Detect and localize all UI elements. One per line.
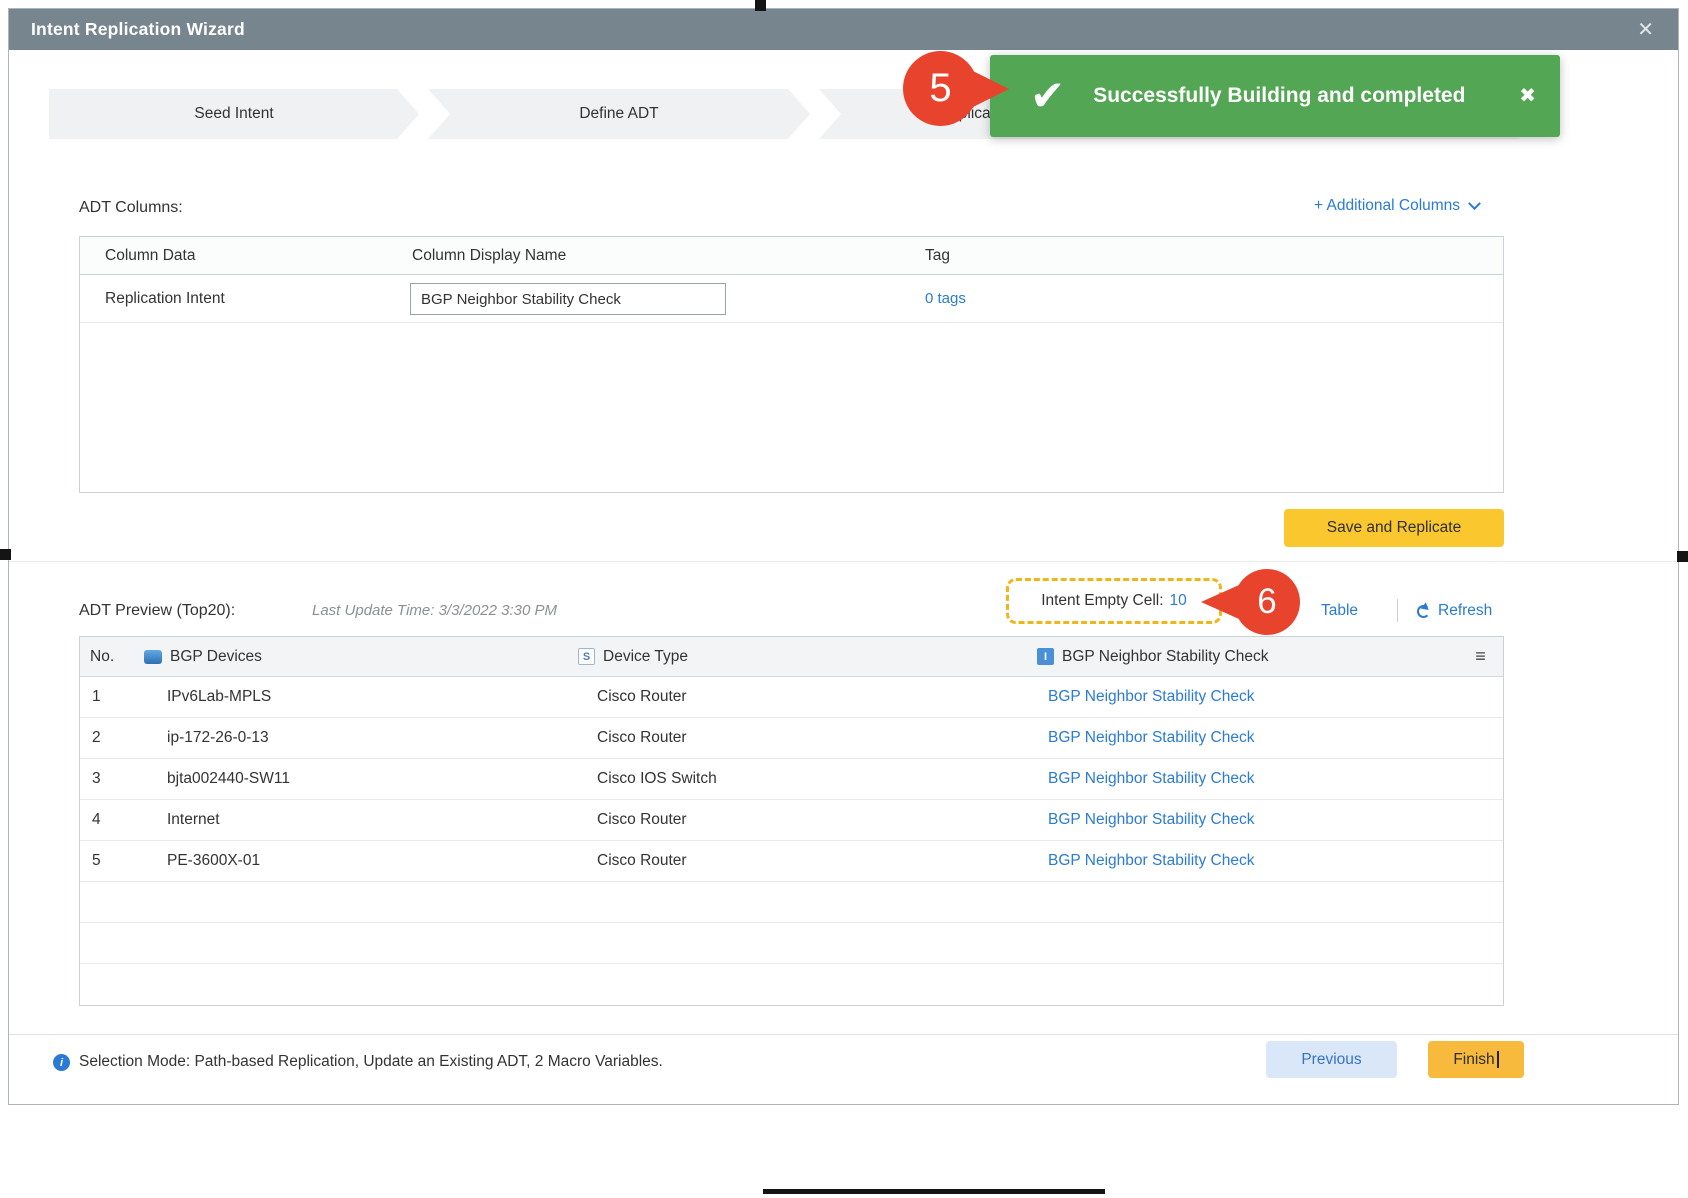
adt-preview-table: No. BGP Devices S Device Type I BGP Neig… [79, 636, 1504, 1006]
intent-link[interactable]: BGP Neighbor Stability Check [1048, 729, 1254, 747]
intent-replication-wizard-dialog: Intent Replication Wizard ✕ Seed Intent … [8, 8, 1679, 1105]
dialog-close-icon[interactable]: ✕ [1637, 17, 1654, 42]
cell-menu [1458, 800, 1503, 840]
chevron-down-icon [1468, 197, 1481, 210]
intent-empty-cell-label: Intent Empty Cell: [1041, 592, 1163, 610]
cell-no: 1 [80, 677, 138, 717]
table-row-empty [80, 964, 1503, 1005]
adt-columns-row: Replication Intent 0 tags [80, 275, 1503, 323]
screen: Intent Replication Wizard ✕ Seed Intent … [0, 0, 1688, 1198]
footer-divider [9, 1034, 1678, 1035]
tags-link[interactable]: 0 tags [925, 275, 966, 323]
intent-link[interactable]: BGP Neighbor Stability Check [1048, 688, 1254, 706]
table-row: 1 IPv6Lab-MPLS Cisco Router BGP Neighbor… [80, 677, 1503, 718]
intent-empty-cell-value: 10 [1170, 592, 1187, 610]
table-row: 5 PE-3600X-01 Cisco Router BGP Neighbor … [80, 841, 1503, 882]
header-intent: I BGP Neighbor Stability Check [1032, 637, 1458, 676]
cell-device-type: Cisco Router [573, 841, 1032, 881]
cell-column-data: Replication Intent [105, 275, 225, 323]
selection-handle-left[interactable] [0, 549, 11, 560]
table-row: 2 ip-172-26-0-13 Cisco Router BGP Neighb… [80, 718, 1503, 759]
display-name-input[interactable] [410, 283, 726, 315]
header-bgp-devices-label: BGP Devices [170, 648, 262, 666]
selection-handle-top[interactable] [755, 0, 766, 11]
additional-columns-link[interactable]: + Additional Columns [1314, 197, 1479, 215]
cell-device: PE-3600X-01 [138, 841, 573, 881]
intent-empty-cell-highlight: Intent Empty Cell: 10 [1006, 578, 1222, 624]
table-row-empty [80, 923, 1503, 964]
adt-preview-label: ADT Preview (Top20): [79, 589, 235, 633]
dialog-title: Intent Replication Wizard [31, 19, 245, 40]
header-column-data: Column Data [105, 237, 195, 275]
callout-number: 6 [1257, 582, 1276, 622]
selection-handle-right[interactable] [1677, 551, 1688, 562]
header-no: No. [80, 637, 138, 676]
table-row: 4 Internet Cisco Router BGP Neighbor Sta… [80, 800, 1503, 841]
finish-button-label: Finish [1453, 1051, 1494, 1069]
success-toast: ✔ Successfully Building and completed ✖ [990, 55, 1560, 137]
header-intent-label: BGP Neighbor Stability Check [1062, 648, 1268, 666]
step-label: Seed Intent [194, 105, 273, 123]
cell-no: 3 [80, 759, 138, 799]
header-device-type: S Device Type [573, 637, 1032, 676]
step-label: Define ADT [579, 105, 658, 123]
column-menu-icon[interactable]: ≡ [1458, 637, 1503, 676]
dialog-titlebar: Intent Replication Wizard ✕ [9, 9, 1678, 50]
header-tag: Tag [925, 237, 950, 275]
string-type-icon: S [578, 648, 595, 665]
cell-menu [1458, 759, 1503, 799]
toolbar-divider [1397, 599, 1398, 622]
cell-device: IPv6Lab-MPLS [138, 677, 573, 717]
header-bgp-devices: BGP Devices [138, 637, 573, 676]
cell-menu [1458, 677, 1503, 717]
cell-no: 5 [80, 841, 138, 881]
step-define-adt[interactable]: Define ADT [428, 89, 810, 139]
selection-line [763, 1189, 1105, 1194]
selection-mode-text: Selection Mode: Path-based Replication, … [79, 1045, 663, 1079]
intent-link[interactable]: BGP Neighbor Stability Check [1048, 811, 1254, 829]
finish-button[interactable]: Finish [1428, 1041, 1524, 1078]
intent-link[interactable]: BGP Neighbor Stability Check [1048, 770, 1254, 788]
info-icon: i [53, 1054, 70, 1071]
cell-device: Internet [138, 800, 573, 840]
step-seed-intent[interactable]: Seed Intent [49, 89, 419, 139]
additional-columns-text: + Additional Columns [1314, 197, 1460, 215]
cell-menu [1458, 841, 1503, 881]
refresh-link[interactable]: Refresh [1417, 589, 1492, 633]
table-link[interactable]: Table [1321, 589, 1358, 633]
header-display-name: Column Display Name [412, 237, 566, 275]
annotation-callout-5: 5 [903, 51, 978, 126]
adt-columns-table-header: Column Data Column Display Name Tag [80, 237, 1503, 275]
toast-message: Successfully Building and completed [1093, 84, 1465, 108]
callout-number: 5 [929, 66, 951, 111]
text-cursor [1497, 1051, 1499, 1068]
cell-device: bjta002440-SW11 [138, 759, 573, 799]
cell-device-type: Cisco Router [573, 800, 1032, 840]
refresh-icon [1417, 605, 1430, 618]
cell-no: 2 [80, 718, 138, 758]
toast-close-icon[interactable]: ✖ [1519, 83, 1536, 108]
section-divider [9, 561, 1678, 562]
cell-device-type: Cisco Router [573, 677, 1032, 717]
cell-device-type: Cisco Router [573, 718, 1032, 758]
table-row: 3 bjta002440-SW11 Cisco IOS Switch BGP N… [80, 759, 1503, 800]
adt-columns-label: ADT Columns: [79, 199, 183, 217]
intent-link[interactable]: BGP Neighbor Stability Check [1048, 852, 1254, 870]
preview-table-header: No. BGP Devices S Device Type I BGP Neig… [80, 637, 1503, 677]
adt-columns-table: Column Data Column Display Name Tag Repl… [79, 236, 1504, 493]
last-update-time: Last Update Time: 3/3/2022 3:30 PM [312, 589, 557, 633]
annotation-callout-6: 6 [1234, 569, 1300, 635]
cell-menu [1458, 718, 1503, 758]
cell-no: 4 [80, 800, 138, 840]
table-row-empty [80, 882, 1503, 923]
device-icon [144, 650, 162, 664]
previous-button[interactable]: Previous [1266, 1041, 1397, 1078]
header-device-type-label: Device Type [603, 648, 688, 666]
save-and-replicate-button[interactable]: Save and Replicate [1284, 509, 1504, 547]
check-icon: ✔ [1030, 75, 1065, 117]
refresh-label: Refresh [1438, 602, 1492, 620]
cell-device-type: Cisco IOS Switch [573, 759, 1032, 799]
cell-device: ip-172-26-0-13 [138, 718, 573, 758]
intent-type-icon: I [1037, 648, 1054, 665]
